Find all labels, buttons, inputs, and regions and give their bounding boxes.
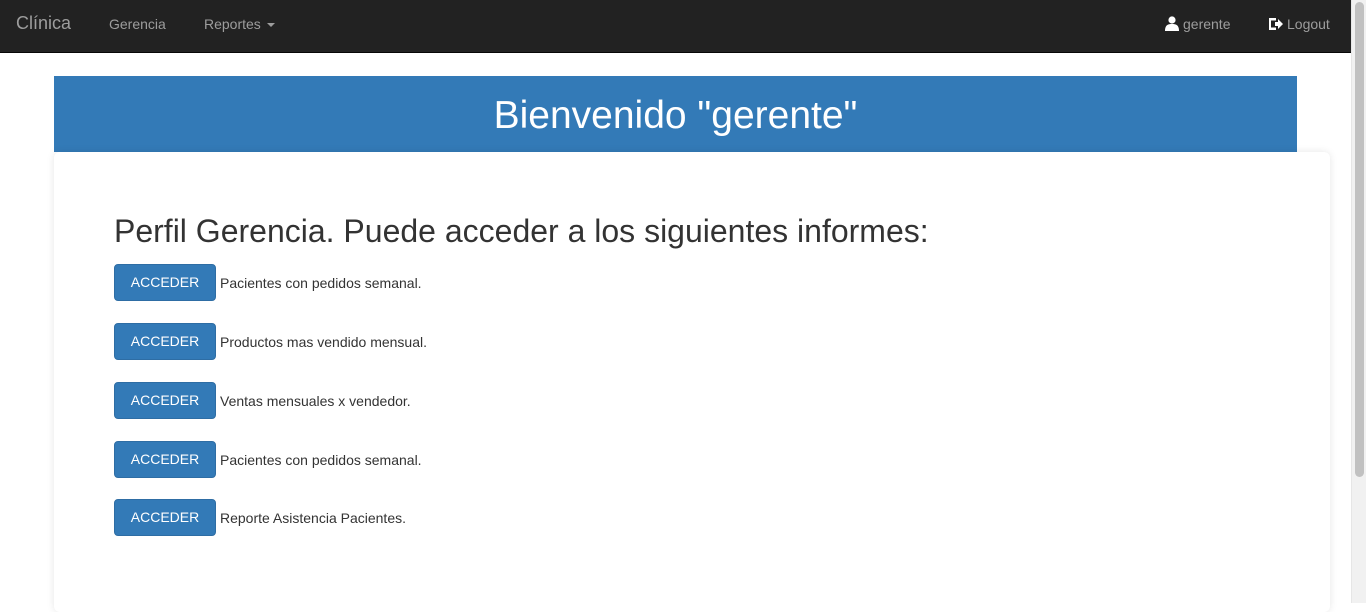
report-row: ACCEDER Pacientes con pedidos semanal. [114, 264, 422, 301]
report-label: Pacientes con pedidos semanal. [220, 451, 422, 468]
welcome-banner: Bienvenido "gerente" [54, 76, 1297, 152]
logout-icon [1269, 18, 1283, 30]
report-label: Reporte Asistencia Pacientes. [220, 509, 406, 526]
user-icon [1165, 16, 1179, 31]
scrollbar-thumb[interactable] [1355, 2, 1364, 477]
acceder-button[interactable]: ACCEDER [114, 323, 216, 360]
report-row: ACCEDER Reporte Asistencia Pacientes. [114, 499, 406, 536]
acceder-button[interactable]: ACCEDER [114, 499, 216, 536]
nav-reportes-dropdown[interactable]: Reportes [204, 15, 275, 33]
reports-panel: Perfil Gerencia. Puede acceder a los sig… [54, 152, 1330, 612]
nav-user-label: gerente [1183, 16, 1231, 32]
caret-down-icon [266, 23, 275, 28]
page-heading: Perfil Gerencia. Puede acceder a los sig… [114, 213, 929, 249]
report-label: Pacientes con pedidos semanal. [220, 274, 422, 291]
welcome-title: Bienvenido "gerente" [493, 94, 858, 137]
acceder-button[interactable]: ACCEDER [114, 441, 216, 478]
report-label: Ventas mensuales x vendedor. [220, 392, 411, 409]
report-row: ACCEDER Pacientes con pedidos semanal. [114, 441, 422, 478]
report-row: ACCEDER Productos mas vendido mensual. [114, 323, 427, 360]
report-label: Productos mas vendido mensual. [220, 333, 427, 350]
top-navbar: Clínica Gerencia Reportes gerente Logout [0, 0, 1351, 53]
nav-user[interactable]: gerente [1165, 15, 1230, 33]
brand-link[interactable]: Clínica [16, 12, 71, 34]
acceder-button[interactable]: ACCEDER [114, 382, 216, 419]
nav-logout-label: Logout [1287, 16, 1330, 32]
vertical-scrollbar[interactable] [1351, 0, 1366, 603]
report-row: ACCEDER Ventas mensuales x vendedor. [114, 382, 411, 419]
nav-gerencia[interactable]: Gerencia [109, 15, 166, 33]
nav-reportes-label: Reportes [204, 16, 261, 32]
nav-logout[interactable]: Logout [1268, 15, 1330, 33]
acceder-button[interactable]: ACCEDER [114, 264, 216, 301]
